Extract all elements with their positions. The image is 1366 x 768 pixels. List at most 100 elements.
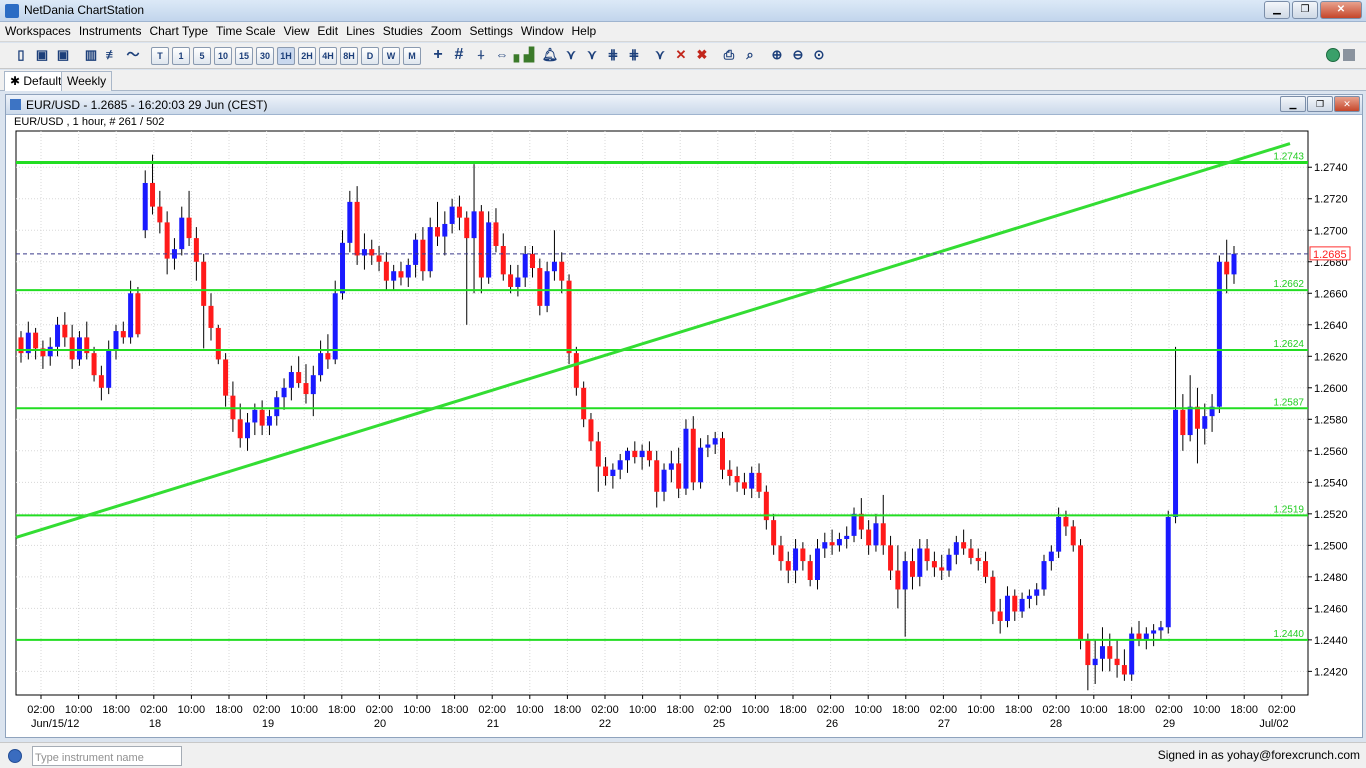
delete-all-lines-icon[interactable]: ✖ <box>693 47 711 65</box>
alert-icon[interactable]: 🔔︎ <box>541 47 559 65</box>
candle-body <box>288 372 294 388</box>
cursor-info-icon[interactable]: ⍭ <box>472 47 490 65</box>
print-preview-icon[interactable]: ⌕ <box>741 47 759 65</box>
candle-body <box>281 387 287 398</box>
tab-default[interactable]: ✱ Default <box>4 71 68 91</box>
candle-body <box>705 444 711 448</box>
menu-chart-type[interactable]: Chart Type <box>147 22 213 41</box>
x-time-label: 02:00 <box>591 704 619 716</box>
x-time-label: 10:00 <box>1193 704 1221 716</box>
draw-tool-icon[interactable]: ⋎ <box>651 47 669 65</box>
timeframe-2h[interactable]: 2H <box>298 47 316 65</box>
menu-zoom[interactable]: Zoom <box>428 22 467 41</box>
grid-icon[interactable]: # <box>450 47 468 65</box>
timeframe-4h[interactable]: 4H <box>319 47 337 65</box>
candle-body <box>851 513 857 536</box>
menu-help[interactable]: Help <box>569 22 602 41</box>
tab-weekly[interactable]: Weekly <box>61 71 113 91</box>
instrument-search-input[interactable] <box>32 746 182 766</box>
x-date-label: 21 <box>487 718 499 730</box>
zoom-out-icon[interactable]: ⊖ <box>789 47 807 65</box>
timeframe-tick[interactable]: T <box>151 47 169 65</box>
timeframe-15m[interactable]: 15 <box>235 47 253 65</box>
candle-body <box>413 239 419 265</box>
zoom-in-icon[interactable]: ⊕ <box>768 47 786 65</box>
fibonacci-tool-icon[interactable]: ⋕ <box>604 47 622 65</box>
menu-settings[interactable]: Settings <box>466 22 517 41</box>
menu-edit[interactable]: Edit <box>314 22 343 41</box>
candle-body <box>150 182 156 207</box>
timeframe-month[interactable]: M <box>403 47 421 65</box>
tab-label: Default <box>23 74 62 88</box>
candle-body <box>1034 589 1040 596</box>
options-square-icon[interactable] <box>1343 49 1355 61</box>
candle-body <box>661 469 667 492</box>
minimize-button[interactable]: ▁ <box>1264 1 1290 19</box>
delete-line-icon[interactable]: ✕ <box>672 47 690 65</box>
candle-body <box>530 253 536 269</box>
gann-tool-icon[interactable]: ⋕ <box>625 47 643 65</box>
menu-workspaces[interactable]: Workspaces <box>2 22 76 41</box>
print-icon[interactable]: ⎙ <box>720 47 738 65</box>
timeframe-5m[interactable]: 5 <box>193 47 211 65</box>
candle-body <box>1004 595 1010 621</box>
bar-type-icon[interactable]: ≢ <box>103 47 121 65</box>
candle-body <box>55 324 61 347</box>
candle-body <box>142 182 148 231</box>
menu-studies[interactable]: Studies <box>380 22 428 41</box>
connection-status <box>1326 48 1355 62</box>
candle-body <box>1041 561 1047 590</box>
timeframe-1m[interactable]: 1 <box>172 47 190 65</box>
candle-body <box>391 271 397 281</box>
candle-body <box>157 206 163 223</box>
zoom-reset-icon[interactable]: ⊙ <box>810 47 828 65</box>
candle-body <box>1099 646 1105 659</box>
candlestick-type-icon[interactable]: ▥ <box>82 47 100 65</box>
menu-view[interactable]: View <box>281 22 315 41</box>
trendline-tool-icon[interactable]: ⋎ <box>562 47 580 65</box>
candle-body <box>719 438 725 470</box>
save-icon[interactable]: ▣ <box>33 47 51 65</box>
timeframe-day[interactable]: D <box>361 47 379 65</box>
save-all-icon[interactable]: ▣ <box>54 47 72 65</box>
candle-body <box>800 548 806 562</box>
candle-body <box>625 450 630 461</box>
menu-time-scale[interactable]: Time Scale <box>213 22 281 41</box>
candle-body <box>1231 253 1237 275</box>
app-title: NetDania ChartStation <box>24 3 145 17</box>
candle-body <box>639 450 645 458</box>
x-time-label: 18:00 <box>1118 704 1146 716</box>
timeframe-30m[interactable]: 30 <box>256 47 274 65</box>
restore-button[interactable]: ❐ <box>1292 1 1318 19</box>
timeframe-1h[interactable]: 1H <box>277 47 295 65</box>
menu-lines[interactable]: Lines <box>343 22 380 41</box>
close-button[interactable]: ✕ <box>1320 1 1362 19</box>
candle-body <box>654 460 660 492</box>
channel-tool-icon[interactable]: ⋎ <box>583 47 601 65</box>
zoom-bars-icon[interactable]: ⇔ <box>493 47 511 65</box>
candle-body <box>844 535 850 540</box>
candle-body <box>968 548 974 558</box>
candle-body <box>164 222 170 259</box>
timeframe-10m[interactable]: 10 <box>214 47 232 65</box>
price-chart[interactable]: 1.2420 1.2440 1.2460 1.2480 1.2500 1.2520 1.25… <box>6 95 1362 737</box>
x-time-label: 10:00 <box>629 704 657 716</box>
crosshair-icon[interactable]: + <box>429 47 447 65</box>
candle-body <box>1107 646 1113 659</box>
level-label: 1.2624 <box>1273 339 1304 350</box>
candle-body <box>924 548 930 562</box>
candle-body <box>961 542 967 549</box>
candle-body <box>106 349 112 388</box>
candle-body <box>822 542 828 549</box>
timeframe-8h[interactable]: 8H <box>340 47 358 65</box>
line-type-icon[interactable]: 〜 <box>124 47 142 65</box>
candle-body <box>617 460 623 470</box>
menu-instruments[interactable]: Instruments <box>76 22 147 41</box>
volume-icon[interactable]: ▖▟ <box>514 47 534 65</box>
timeframe-week[interactable]: W <box>382 47 400 65</box>
candle-body <box>435 227 441 237</box>
candle-body <box>902 561 908 590</box>
menu-window[interactable]: Window <box>518 22 569 41</box>
candle-body <box>917 548 923 577</box>
new-icon[interactable]: ▯ <box>12 47 30 65</box>
